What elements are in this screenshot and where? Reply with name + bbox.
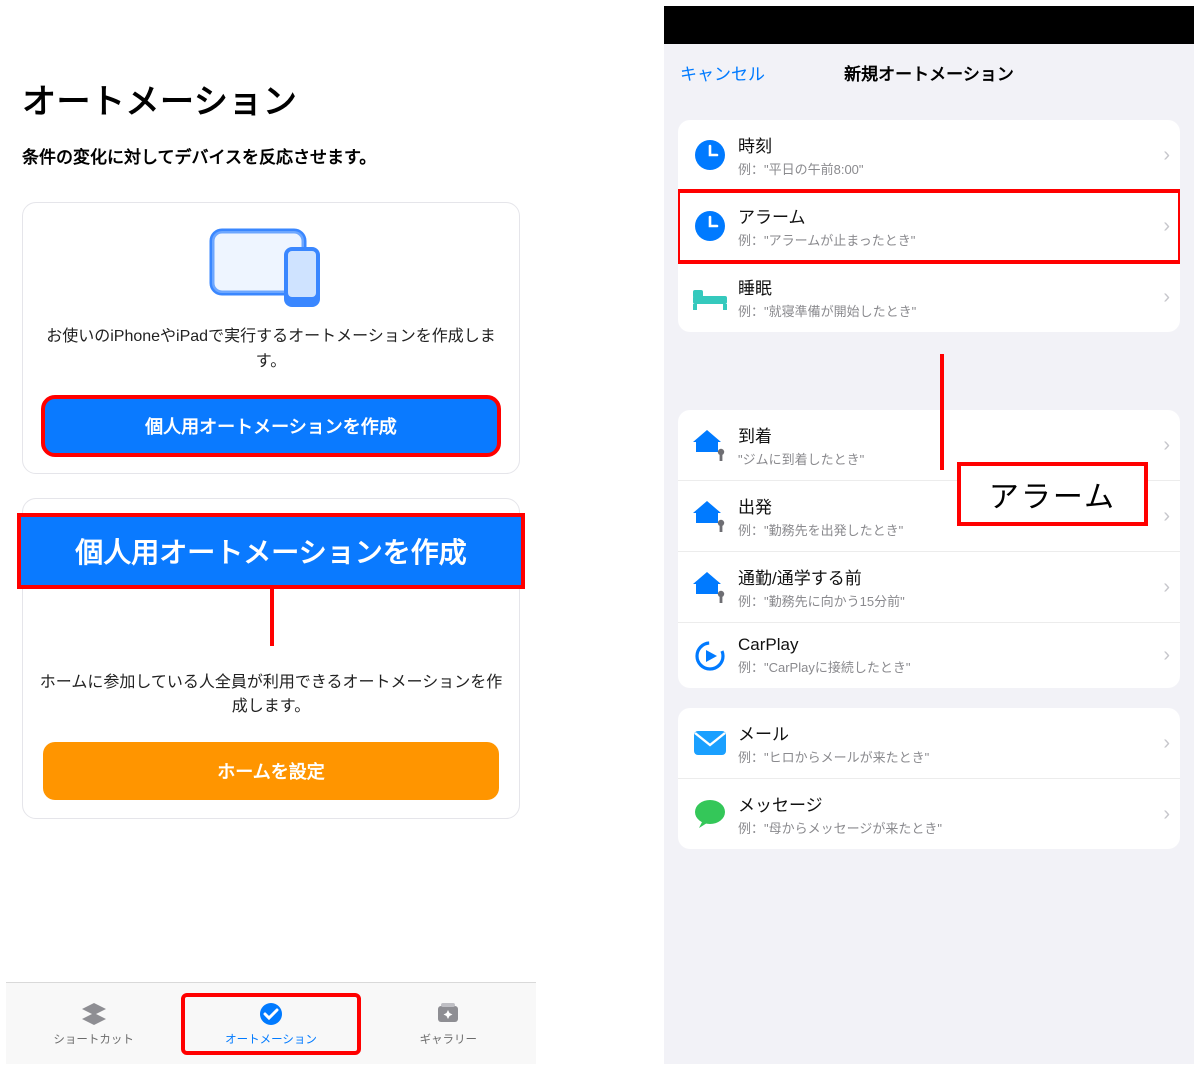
row-message[interactable]: メッセージ 例："母からメッセージが来たとき" › [678, 779, 1180, 849]
row-subtitle: 例："CarPlayに接続したとき" [738, 657, 1157, 676]
tab-gallery-label: ギャラリー [420, 1034, 478, 1046]
chevron-right-icon: › [1163, 732, 1170, 755]
chevron-right-icon: › [1163, 434, 1170, 457]
carplay-icon [690, 636, 730, 676]
clock-icon [690, 206, 730, 246]
row-mail[interactable]: メール 例："ヒロからメールが来たとき" › [678, 708, 1180, 779]
new-automation-sheet: キャンセル 新規オートメーション 時刻 例："平日の午前8:00" › [664, 44, 1194, 1064]
home-leave-icon [690, 496, 730, 536]
tab-automation-label: オートメーション [225, 1034, 317, 1046]
row-alarm[interactable]: アラーム 例："アラームが止まったとき" › [678, 191, 1180, 262]
row-subtitle: 例："母からメッセージが来たとき" [738, 818, 1157, 837]
setup-home-button[interactable]: ホームを設定 [43, 742, 499, 800]
create-personal-automation-button[interactable]: 個人用オートメーションを作成 [43, 397, 499, 455]
bottom-tab-bar: ショートカット オートメーション ギャラリー [6, 982, 536, 1064]
annotation-alarm-callout: アラーム [961, 466, 1144, 522]
clock-icon [690, 135, 730, 175]
tab-shortcuts[interactable]: ショートカット [6, 1001, 181, 1047]
tab-gallery[interactable]: ギャラリー [361, 1001, 536, 1047]
page-subtitle: 条件の変化に対してデバイスを反応させます。 [22, 143, 520, 168]
row-subtitle: 例："勤務先を出発したとき" [738, 520, 1157, 539]
chevron-right-icon: › [1163, 644, 1170, 667]
annotation-line [940, 354, 944, 470]
trigger-group-location: 到着 "ジムに到着したとき" › 出発 例："勤務先を出発したとき" › [678, 410, 1180, 688]
trigger-group-communication: メール 例："ヒロからメールが来たとき" › メッセージ 例："母からメッセージ… [678, 708, 1180, 849]
row-title: CarPlay [738, 635, 1157, 655]
chevron-right-icon: › [1163, 576, 1170, 599]
home-card-description: ホームに参加している人全員が利用できるオートメーションを作成します。 [39, 671, 503, 721]
row-title: 通勤/通学する前 [738, 564, 1157, 589]
row-title: 到着 [738, 422, 1157, 447]
chevron-right-icon: › [1163, 144, 1170, 167]
chevron-right-icon: › [1163, 505, 1170, 528]
row-time-of-day[interactable]: 時刻 例："平日の午前8:00" › [678, 120, 1180, 191]
personal-automation-card: お使いのiPhoneやiPadで実行するオートメーションを作成します。 個人用オ… [22, 202, 520, 474]
bed-icon [690, 277, 730, 317]
row-title: 睡眠 [738, 274, 1157, 299]
home-automation-card: 個人用オートメーションを作成 ホームに参加している人全員が利用できるオートメーシ… [22, 498, 520, 820]
chevron-right-icon: › [1163, 286, 1170, 309]
row-title: メッセージ [738, 791, 1157, 816]
page-title: オートメーション [22, 74, 520, 123]
annotation-personal-callout: 個人用オートメーションを作成 [21, 517, 521, 585]
chevron-right-icon: › [1163, 803, 1170, 826]
tab-automation[interactable]: オートメーション [183, 995, 358, 1053]
right-phone-screen: キャンセル 新規オートメーション 時刻 例："平日の午前8:00" › [664, 6, 1194, 1064]
row-subtitle: 例："アラームが止まったとき" [738, 230, 1157, 249]
home-arrive-icon [690, 425, 730, 465]
clock-check-icon [256, 1001, 286, 1027]
row-subtitle: 例："勤務先に向かう15分前" [738, 591, 1157, 610]
row-title: メール [738, 720, 1157, 745]
row-subtitle: 例："就寝準備が開始したとき" [738, 301, 1157, 320]
trigger-group-time: 時刻 例："平日の午前8:00" › アラーム 例："アラームが止まったとき" … [678, 120, 1180, 332]
sparkle-stack-icon [433, 1001, 463, 1027]
chevron-right-icon: › [1163, 215, 1170, 238]
stack-icon [79, 1001, 109, 1027]
row-subtitle: 例："平日の午前8:00" [738, 159, 1157, 178]
row-title: 時刻 [738, 132, 1157, 157]
row-carplay[interactable]: CarPlay 例："CarPlayに接続したとき" › [678, 623, 1180, 688]
sheet-title: 新規オートメーション [664, 60, 1194, 85]
home-commute-icon [690, 567, 730, 607]
row-before-commute[interactable]: 通勤/通学する前 例："勤務先に向かう15分前" › [678, 552, 1180, 623]
devices-illustration-icon [39, 225, 503, 311]
left-phone-screen: オートメーション 条件の変化に対してデバイスを反応させます。 お使いのiPhon… [6, 6, 536, 1064]
tab-shortcuts-label: ショートカット [53, 1034, 134, 1046]
row-subtitle: 例："ヒロからメールが来たとき" [738, 747, 1157, 766]
mail-icon [690, 723, 730, 763]
personal-card-description: お使いのiPhoneやiPadで実行するオートメーションを作成します。 [39, 325, 503, 375]
row-sleep[interactable]: 睡眠 例："就寝準備が開始したとき" › [678, 262, 1180, 332]
row-title: アラーム [738, 203, 1157, 228]
message-icon [690, 794, 730, 834]
